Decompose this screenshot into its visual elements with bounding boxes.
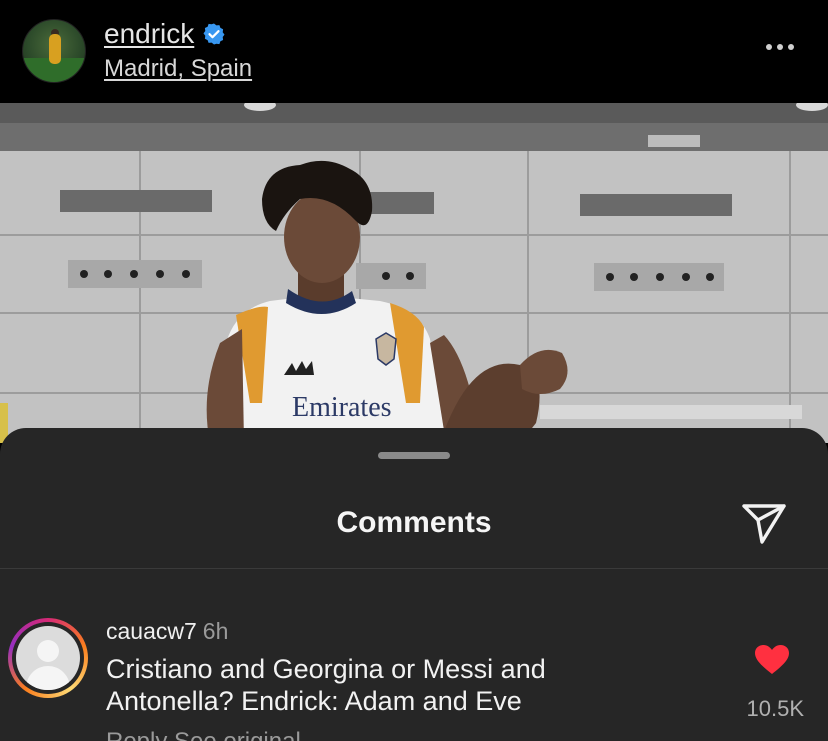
post-header: endrick Madrid, Spain [0, 0, 828, 103]
default-avatar-icon [16, 626, 80, 690]
sheet-divider [0, 568, 828, 569]
verified-badge-icon [203, 23, 225, 45]
comment-like-count: 10.5K [746, 696, 805, 721]
comment-actions-partial[interactable]: Reply See original [106, 728, 301, 741]
comment-time: 6h [202, 618, 229, 644]
sheet-drag-handle[interactable] [378, 452, 450, 459]
photo-scene: Emirates [0, 103, 828, 443]
comments-sheet: Comments cauacw7 6h Cristiano and Georgin… [0, 428, 828, 741]
post-username[interactable]: endrick [104, 18, 194, 50]
comments-title: Comments [336, 506, 492, 539]
post-photo[interactable]: Emirates [0, 103, 828, 443]
comment-text: Cristiano and Georgina or Messi and Anto… [106, 654, 546, 716]
username-row: endrick [104, 18, 226, 50]
comment-header: cauacw7 6h [106, 618, 228, 645]
heart-icon[interactable] [754, 644, 790, 676]
share-icon[interactable] [740, 500, 788, 546]
comment-avatar[interactable] [8, 618, 88, 698]
more-options-icon[interactable] [766, 44, 794, 50]
post-location[interactable]: Madrid, Spain [104, 55, 252, 83]
comment-username[interactable]: cauacw7 [106, 618, 197, 644]
shirt-sponsor-text: Emirates [292, 392, 392, 423]
profile-avatar[interactable] [22, 19, 86, 83]
